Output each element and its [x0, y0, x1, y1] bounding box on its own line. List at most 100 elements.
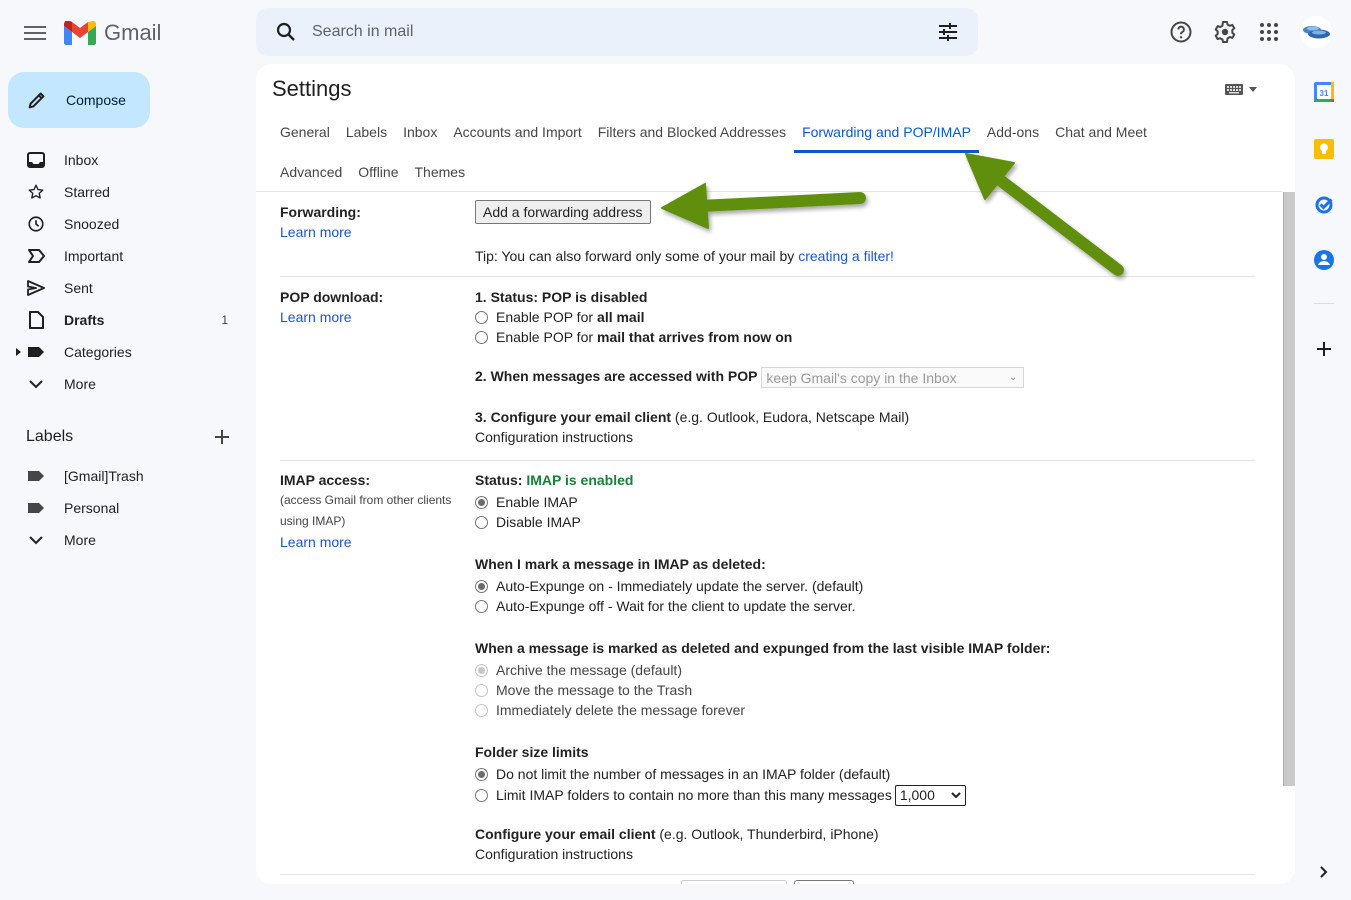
label-item-gmail-trash[interactable]: [Gmail]Trash [0, 460, 250, 492]
keyboard-icon [1225, 84, 1243, 95]
send-icon [26, 279, 46, 297]
sidebar-item-categories[interactable]: Categories [0, 336, 250, 368]
pop-all-mail-radio[interactable] [475, 310, 488, 324]
tab-inbox[interactable]: Inbox [395, 112, 445, 152]
compose-button[interactable]: Compose [8, 72, 150, 128]
tab-general[interactable]: General [272, 112, 338, 152]
create-label-plus-icon[interactable] [212, 427, 232, 447]
contacts-icon[interactable] [1313, 249, 1335, 271]
chevron-down-icon: ⌄ [1008, 372, 1018, 383]
main-menu-button[interactable] [24, 22, 46, 42]
settings-tabs: General Labels Inbox Accounts and Import… [272, 112, 1252, 192]
compose-label: Compose [66, 92, 126, 108]
get-addons-plus-icon[interactable] [1313, 338, 1335, 360]
move-to-trash-radio[interactable] [475, 683, 488, 697]
delete-forever-option[interactable]: Immediately delete the message forever [475, 700, 745, 720]
imap-configure-examples: (e.g. Outlook, Thunderbird, iPhone) [655, 826, 879, 842]
input-tools-toggle[interactable] [1225, 84, 1257, 95]
option-text: Archive the message (default) [496, 662, 682, 678]
pop-configuration-instructions-link[interactable]: Configuration instructions [475, 429, 633, 445]
imap-configure-heading: Configure your email client [475, 826, 656, 842]
sidebar-item-drafts[interactable]: Drafts 1 [0, 304, 250, 336]
sidebar-item-inbox[interactable]: Inbox [0, 144, 250, 176]
settings-gear-icon[interactable] [1213, 20, 1237, 44]
imap-learn-more-link[interactable]: Learn more [280, 534, 352, 550]
tab-forwarding-and-pop-imap[interactable]: Forwarding and POP/IMAP [794, 112, 979, 153]
auto-expunge-off-radio[interactable] [475, 599, 488, 613]
limit-folders-radio[interactable] [475, 788, 488, 802]
save-changes-button[interactable] [681, 880, 787, 884]
disable-imap-radio[interactable] [475, 515, 488, 529]
auto-expunge-on-option[interactable]: Auto-Expunge on - Immediately update the… [475, 576, 863, 596]
gmail-m-icon [64, 21, 96, 45]
archive-message-option[interactable]: Archive the message (default) [475, 660, 745, 680]
delete-forever-radio[interactable] [475, 703, 488, 717]
no-limit-option[interactable]: Do not limit the number of messages in a… [475, 764, 966, 784]
sidebar-item-starred[interactable]: Starred [0, 176, 250, 208]
keep-icon[interactable] [1313, 138, 1335, 160]
tab-offline[interactable]: Offline [350, 152, 406, 192]
sidebar-item-label: Starred [64, 184, 110, 200]
sidebar-item-important[interactable]: Important [0, 240, 250, 272]
tab-advanced[interactable]: Advanced [272, 152, 350, 192]
auto-expunge-off-option[interactable]: Auto-Expunge off - Wait for the client t… [475, 596, 863, 616]
label-item-personal[interactable]: Personal [0, 492, 250, 524]
option-text: Enable POP for [496, 309, 594, 325]
folder-limit-select[interactable]: 1,000 [894, 784, 966, 806]
pop-all-mail-option[interactable]: Enable POP for all mail [475, 307, 792, 327]
tab-chat-and-meet[interactable]: Chat and Meet [1047, 112, 1155, 152]
help-icon[interactable] [1169, 20, 1193, 44]
calendar-icon[interactable]: 31 [1313, 81, 1335, 103]
tab-filters-and-blocked-addresses[interactable]: Filters and Blocked Addresses [590, 112, 794, 152]
archive-message-radio[interactable] [475, 663, 488, 677]
sidebar-item-label: Important [64, 248, 124, 264]
tip-text: Tip: You can also forward only some of y… [475, 248, 799, 264]
sidebar-item-label: Sent [64, 280, 93, 296]
select-value: 1,000 [899, 787, 935, 803]
search-icon[interactable] [274, 20, 298, 44]
creating-filter-link[interactable]: creating a filter! [798, 248, 894, 264]
forwarding-learn-more-link[interactable]: Learn more [280, 224, 352, 240]
pop-from-now-radio[interactable] [475, 330, 488, 344]
enable-imap-radio[interactable] [475, 495, 488, 509]
sidebar-nav: Inbox Starred Snoozed Important Sent Dra… [0, 144, 250, 400]
imap-sub-2: using IMAP) [280, 514, 346, 528]
search-options-icon[interactable] [936, 20, 960, 44]
sidebar-item-more[interactable]: More [0, 368, 250, 400]
imap-configuration-instructions-link[interactable]: Configuration instructions [475, 846, 633, 862]
dropdown-caret-icon [1249, 87, 1257, 92]
add-forwarding-address-button[interactable]: Add a forwarding address [475, 200, 651, 224]
no-limit-radio[interactable] [475, 767, 488, 781]
apps-grid-icon[interactable] [1257, 20, 1281, 44]
account-avatar[interactable] [1300, 16, 1332, 48]
tab-labels[interactable]: Labels [338, 112, 395, 152]
sidebar-item-label: Inbox [64, 152, 99, 168]
gmail-logo[interactable]: Gmail [64, 20, 161, 46]
pop-access-select[interactable]: keep Gmail's copy in the Inbox ⌄ [761, 367, 1025, 388]
tasks-icon[interactable] [1313, 193, 1335, 215]
auto-expunge-on-radio[interactable] [475, 579, 488, 593]
sidebar-item-snoozed[interactable]: Snoozed [0, 208, 250, 240]
cancel-button[interactable] [794, 880, 854, 884]
sidebar-item-sent[interactable]: Sent [0, 272, 250, 304]
pop-configure-examples: (e.g. Outlook, Eudora, Netscape Mail) [671, 409, 910, 425]
tab-add-ons[interactable]: Add-ons [979, 112, 1047, 152]
label-item-more[interactable]: More [0, 524, 250, 556]
star-icon [26, 183, 46, 201]
content-scrollbar[interactable] [1283, 192, 1295, 786]
label-icon [26, 467, 46, 485]
search-input[interactable] [312, 23, 936, 41]
tab-themes[interactable]: Themes [407, 152, 474, 192]
option-text: Auto-Expunge on - Immediately update the… [496, 578, 864, 594]
pop-learn-more-link[interactable]: Learn more [280, 309, 352, 325]
search-bar [256, 8, 978, 56]
hide-side-panel-chevron-icon[interactable] [1313, 861, 1335, 883]
tab-accounts-and-import[interactable]: Accounts and Import [445, 112, 589, 152]
pop-access-label: 2. When messages are accessed with POP [475, 368, 758, 385]
pop-from-now-option[interactable]: Enable POP for mail that arrives from no… [475, 327, 792, 347]
expand-arrow-icon[interactable] [16, 348, 21, 356]
limit-folders-option[interactable]: Limit IMAP folders to contain no more th… [475, 784, 966, 806]
enable-imap-option[interactable]: Enable IMAP [475, 492, 581, 512]
move-to-trash-option[interactable]: Move the message to the Trash [475, 680, 745, 700]
disable-imap-option[interactable]: Disable IMAP [475, 512, 581, 532]
